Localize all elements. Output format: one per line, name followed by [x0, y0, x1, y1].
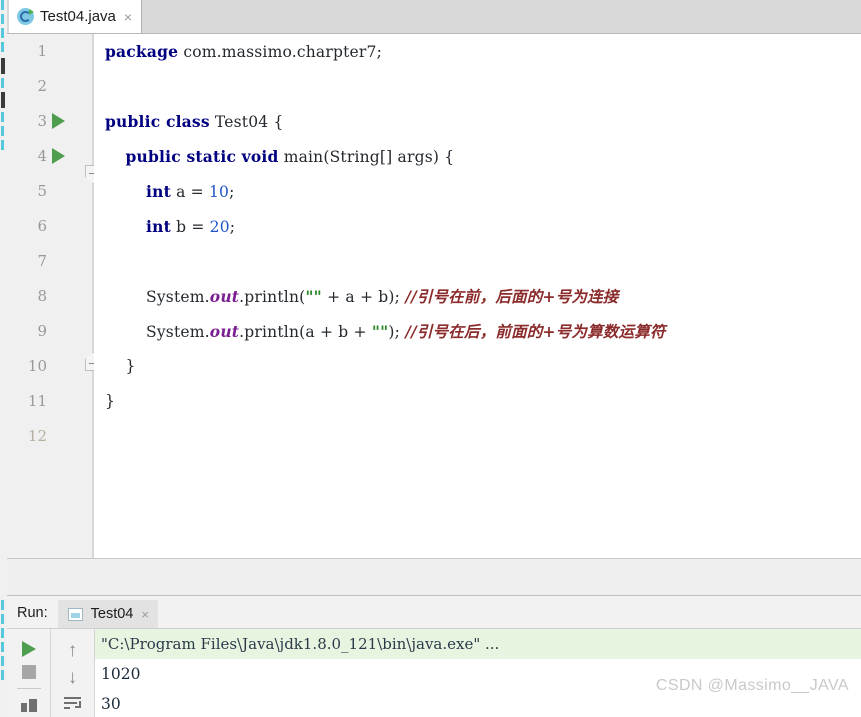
stop-square-icon	[21, 664, 36, 679]
run-panel-label: Run:	[17, 605, 48, 621]
line-number: 7	[37, 252, 47, 270]
editor-tab-bar: Test04.java ×	[0, 0, 861, 34]
run-configuration-tab[interactable]: Test04 ×	[57, 600, 158, 628]
run-panel-body: ↑ ↓ "C:\Program Files\Java\jdk1.8.0_121\…	[7, 628, 861, 717]
console-output-line: 30	[101, 695, 121, 713]
console-command-line: "C:\Program Files\Java\jdk1.8.0_121\bin\…	[95, 629, 861, 659]
run-class-marker[interactable]	[52, 113, 65, 129]
code-line-10: }	[105, 357, 136, 375]
play-icon	[21, 640, 36, 657]
line-number: 9	[37, 322, 47, 340]
code-line-3: public class Test04 {	[105, 112, 284, 131]
stop-button[interactable]	[15, 660, 43, 683]
code-editor[interactable]: 1 2 3 4 5 6 7 8 9 10 11 12 package com.m…	[0, 34, 861, 558]
code-line-8: System.out.println("" + a + b); //引号在前，后…	[105, 287, 619, 306]
code-text-area[interactable]: package com.massimo.charpter7; public cl…	[94, 34, 861, 558]
soft-wrap-icon	[64, 696, 81, 711]
rerun-button[interactable]	[15, 637, 43, 660]
code-line-1: package com.massimo.charpter7;	[105, 42, 382, 61]
line-number: 5	[37, 182, 47, 200]
next-occurrence-button[interactable]: ↓	[59, 664, 87, 691]
line-number: 3	[37, 112, 47, 130]
arrow-up-icon: ↑	[67, 639, 78, 661]
editor-tab-label: Test04.java	[40, 8, 116, 25]
line-number: 2	[37, 77, 47, 95]
run-panel-header: Run: Test04 ×	[7, 596, 861, 628]
editor-tab-test04[interactable]: Test04.java ×	[9, 0, 143, 33]
code-line-5: int a = 10;	[146, 182, 235, 201]
console-window-icon	[67, 607, 83, 621]
code-line-9: System.out.println(a + b + ""); //引号在后，前…	[105, 322, 666, 341]
java-class-icon	[17, 8, 34, 25]
toolbar-divider	[16, 688, 41, 689]
run-tab-label: Test04	[90, 606, 134, 622]
line-number: 4	[37, 147, 47, 165]
console-output-line: 1020	[101, 665, 141, 683]
line-number: 10	[27, 357, 47, 375]
run-toolbar-left	[7, 629, 51, 717]
soft-wrap-button[interactable]	[59, 690, 87, 717]
run-toolbar-right: ↑ ↓	[51, 629, 95, 717]
run-method-marker[interactable]	[52, 148, 65, 164]
ide-window: Test04.java × 1 2 3 4 5 6 7 8 9 10 11 12	[0, 0, 861, 717]
left-edge-stripe	[0, 0, 7, 717]
code-line-11: }	[105, 392, 116, 410]
close-icon[interactable]: ×	[141, 608, 149, 621]
line-number: 11	[27, 392, 47, 410]
run-tool-window: Run: Test04 × ↑ ↓ "C:\Program Files\Java…	[7, 596, 861, 717]
code-line-4: public static void main(String[] args) {	[125, 147, 455, 166]
line-number: 12	[27, 427, 47, 445]
line-number: 6	[37, 217, 47, 235]
restore-layout-button[interactable]	[15, 694, 43, 717]
two-squares-icon	[20, 698, 37, 712]
line-number: 8	[37, 287, 47, 305]
arrow-down-icon: ↓	[67, 666, 78, 688]
editor-console-splitter[interactable]	[7, 558, 861, 596]
close-icon[interactable]: ×	[124, 10, 132, 24]
code-line-6: int b = 20;	[146, 217, 236, 236]
prev-occurrence-button[interactable]: ↑	[59, 637, 87, 664]
console-output[interactable]: "C:\Program Files\Java\jdk1.8.0_121\bin\…	[95, 629, 861, 717]
line-number: 1	[37, 42, 47, 60]
